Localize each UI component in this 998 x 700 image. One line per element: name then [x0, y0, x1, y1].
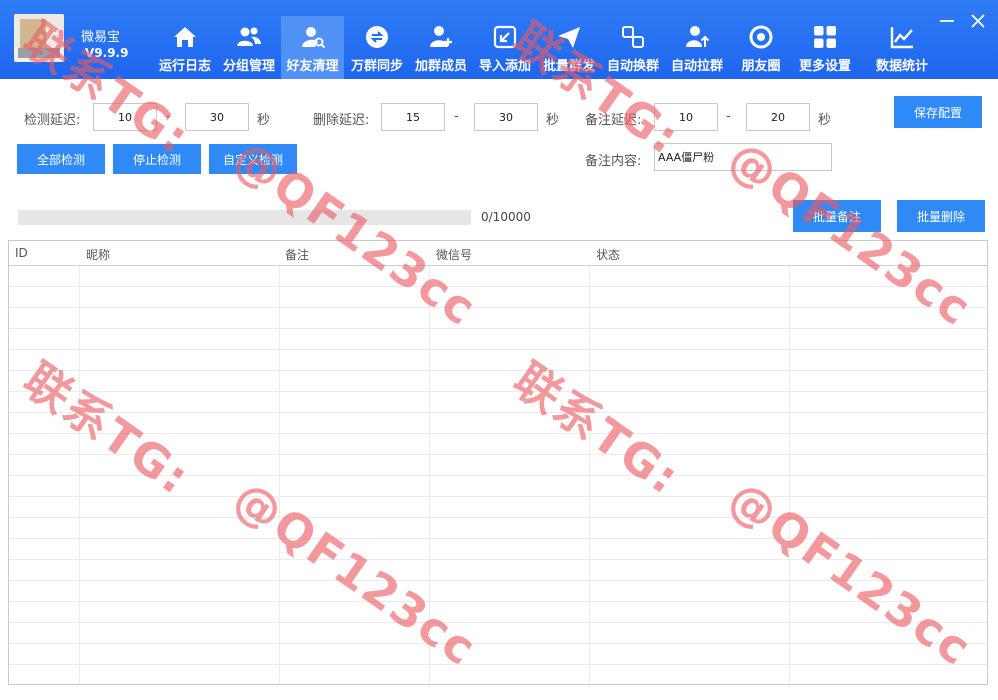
stop-detect-button[interactable]: 停止检测 — [113, 144, 201, 174]
remark-content-input[interactable] — [654, 143, 832, 171]
title-bar: 微易宝 V9.9.9 运行日志 分组管理 好友清理 万群同步 加群成员 导入添加… — [0, 0, 998, 79]
chart-line-icon — [890, 27, 913, 49]
remark-delay-label: 备注延迟: — [585, 113, 642, 128]
nav-label: 好友清理 — [286, 59, 339, 74]
seconds-unit: 秒 — [818, 113, 832, 128]
user-add-icon — [430, 26, 452, 47]
nav-label: 自动拉群 — [670, 59, 723, 74]
range-dash: - — [166, 109, 171, 124]
column-header-id[interactable]: ID — [15, 246, 28, 260]
nav-auto-swap-group[interactable]: 自动换群 — [602, 16, 664, 79]
nav-more-settings[interactable]: 更多设置 — [794, 16, 856, 79]
table-header: ID 昵称 备注 微信号 状态 — [9, 241, 987, 266]
column-header-wechat-id[interactable]: 微信号 — [436, 246, 472, 263]
column-header-status[interactable]: 状态 — [596, 246, 620, 263]
nav-label: 万群同步 — [350, 59, 403, 74]
nav-group-sync[interactable]: 万群同步 — [346, 16, 408, 79]
sync-icon — [366, 26, 388, 48]
nav-run-log[interactable]: 运行日志 — [154, 16, 216, 79]
range-dash: - — [454, 109, 459, 124]
nav-data-stats[interactable]: 数据统计 — [866, 16, 938, 79]
custom-detect-button[interactable]: 自定义检测 — [209, 144, 297, 174]
nav-friend-clean[interactable]: 好友清理 — [281, 16, 344, 79]
batch-delete-button[interactable]: 批量删除 — [897, 200, 985, 232]
close-icon[interactable] — [967, 10, 989, 32]
nav-moments[interactable]: 朋友圈 — [730, 16, 792, 79]
home-icon — [174, 27, 196, 47]
nav-label: 更多设置 — [798, 59, 851, 74]
remark-delay-min-input[interactable] — [654, 103, 718, 131]
delete-delay-min-input[interactable] — [381, 103, 445, 131]
nav-import-add[interactable]: 导入添加 — [474, 16, 536, 79]
nav-label: 批量群发 — [542, 59, 595, 74]
nav-batch-send[interactable]: 批量群发 — [538, 16, 600, 79]
column-divider — [279, 266, 280, 684]
aperture-icon — [749, 25, 773, 49]
remark-content-label: 备注内容: — [585, 154, 642, 169]
column-divider — [589, 266, 590, 684]
nav-label: 分组管理 — [222, 59, 275, 74]
nav-label: 朋友圈 — [741, 59, 781, 74]
user-search-icon — [301, 27, 325, 49]
app-version: V9.9.9 — [85, 46, 129, 60]
progress-bar — [18, 210, 471, 225]
delete-delay-max-input[interactable] — [474, 103, 538, 131]
minimize-icon[interactable] — [936, 10, 958, 32]
nav-label: 自动换群 — [606, 59, 659, 74]
import-icon — [493, 25, 517, 49]
column-header-nickname[interactable]: 昵称 — [86, 246, 110, 263]
range-dash: - — [726, 109, 731, 124]
user-up-icon — [686, 26, 710, 47]
nav-auto-pull-group[interactable]: 自动拉群 — [666, 16, 728, 79]
nav-label: 导入添加 — [478, 59, 531, 74]
column-header-remark[interactable]: 备注 — [285, 246, 309, 263]
detect-delay-label: 检测延迟: — [24, 113, 81, 128]
progress-text: 0/10000 — [481, 210, 531, 224]
nav-group-manage[interactable]: 分组管理 — [218, 16, 280, 79]
swap-icon — [622, 26, 644, 48]
seconds-unit: 秒 — [546, 113, 560, 128]
delete-delay-label: 删除延迟: — [313, 113, 370, 128]
grid-icon — [814, 26, 836, 48]
column-divider — [789, 266, 790, 684]
app-logo — [14, 14, 64, 62]
nav-label: 加群成员 — [414, 59, 467, 74]
nav-label: 运行日志 — [158, 59, 211, 74]
detect-all-button[interactable]: 全部检测 — [17, 144, 105, 174]
seconds-unit: 秒 — [257, 113, 271, 128]
batch-remark-button[interactable]: 批量备注 — [793, 200, 881, 232]
column-divider — [429, 266, 430, 684]
remark-delay-max-input[interactable] — [746, 103, 810, 131]
nav-add-group-member[interactable]: 加群成员 — [410, 16, 472, 79]
users-icon — [237, 27, 261, 46]
friend-table[interactable]: ID 昵称 备注 微信号 状态 — [8, 240, 988, 685]
table-body — [9, 266, 987, 684]
detect-delay-max-input[interactable] — [185, 103, 249, 131]
detect-delay-min-input[interactable] — [93, 103, 157, 131]
send-icon — [558, 27, 580, 48]
column-divider — [79, 266, 80, 684]
save-config-button[interactable]: 保存配置 — [894, 96, 982, 128]
app-name: 微易宝 — [81, 30, 121, 45]
nav-label: 数据统计 — [875, 59, 928, 74]
